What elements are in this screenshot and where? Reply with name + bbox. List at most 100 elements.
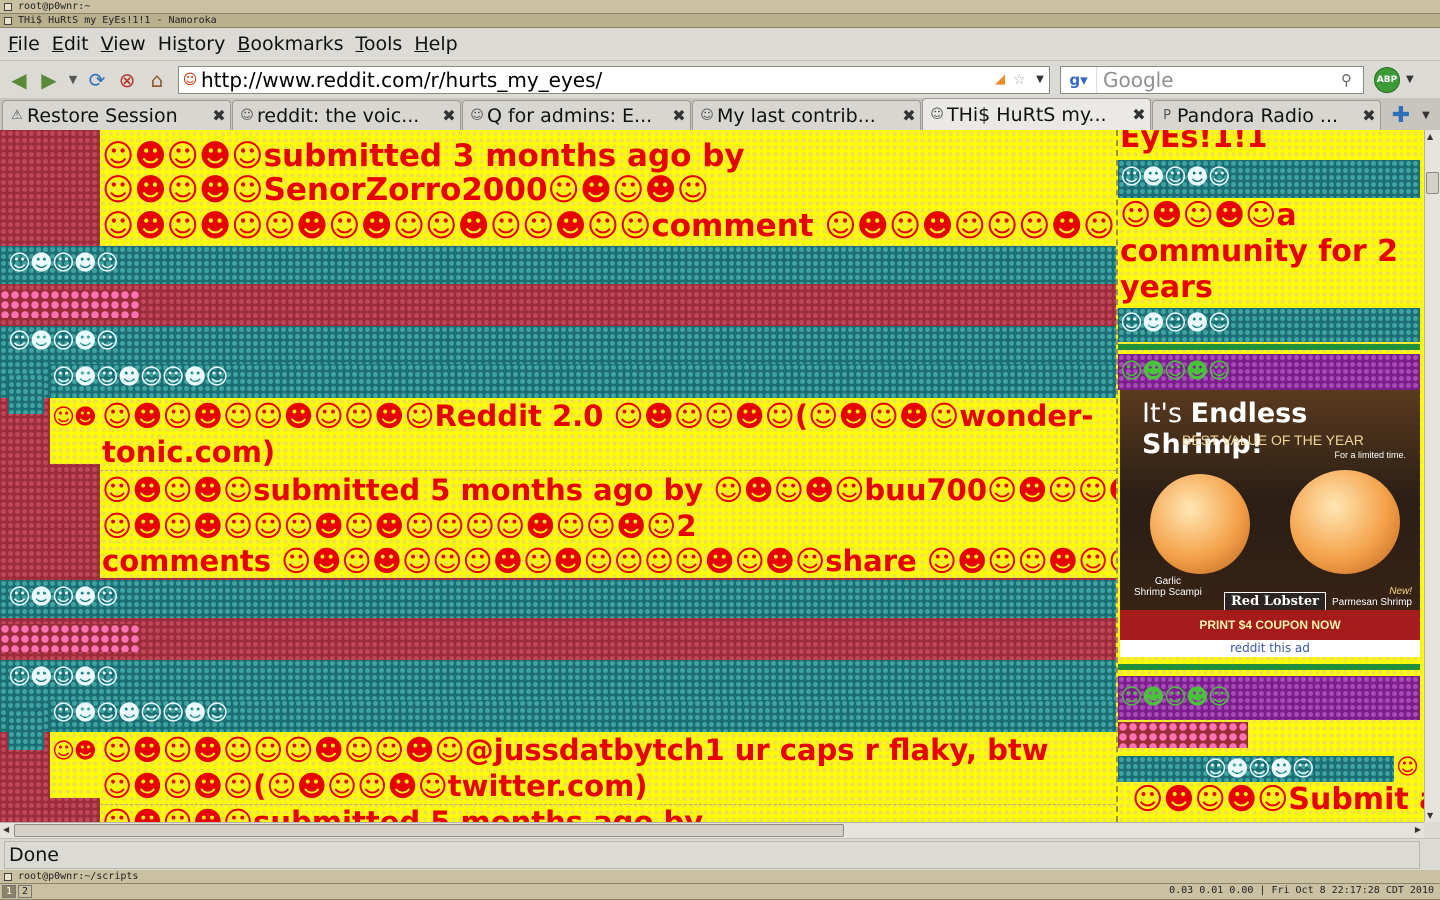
- post-comments-count[interactable]: ☺☻☺☻☺☺☺☻☺☻☺☺☺☺☻☺☺☻☺2: [102, 508, 697, 544]
- advertisement[interactable]: It's Endless Shrimp! BEST VALUE OF THE Y…: [1120, 390, 1420, 640]
- wm-status-bar: 1 2 0.03 0.01 0.00 | Fri Oct 8 22:17:28 …: [0, 884, 1440, 900]
- smiley-decoration: ☺☻☺☻☺: [8, 329, 119, 354]
- adblock-plus-icon[interactable]: ABP: [1374, 66, 1400, 93]
- reddit-alien-icon: ☺: [930, 107, 944, 122]
- reddit-alien-icon: ☺: [700, 108, 714, 123]
- wm-window-icon[interactable]: [4, 17, 12, 25]
- upvote-icon[interactable]: ☺☻: [52, 406, 97, 430]
- thumbnail[interactable]: [8, 374, 44, 414]
- post-author-link[interactable]: ☺☻☺☻☺SenorZorro2000☺☻☺☻☺: [102, 172, 709, 208]
- adblock-dropdown-icon[interactable]: ▼: [1406, 74, 1414, 85]
- close-icon[interactable]: ✖: [898, 106, 920, 125]
- history-dropdown-icon[interactable]: ▼: [64, 65, 82, 95]
- smiley-decoration: ☺☻☺☻☺: [1204, 757, 1315, 782]
- close-icon[interactable]: ✖: [1128, 105, 1150, 124]
- search-bar[interactable]: g▾ Google ⚲: [1060, 65, 1364, 94]
- sidebar-smileys: ☺☻☺☻☺a: [1120, 198, 1297, 233]
- scroll-right-arrow-icon[interactable]: ▶: [1415, 825, 1421, 834]
- vertical-scroll-thumb[interactable]: [1426, 172, 1439, 194]
- ad-caption-right: New! Parmesan Shrimp: [1331, 586, 1412, 608]
- status-text: Done: [4, 841, 1420, 869]
- bookmark-star-icon[interactable]: ☆: [1013, 72, 1031, 88]
- ad-fine-print: For a limited time.: [1334, 450, 1406, 460]
- wm-top-bar: root@p0wnr:~: [0, 0, 1440, 14]
- upvote-icon[interactable]: ☺☻: [52, 740, 97, 764]
- post-domain[interactable]: tonic.com): [102, 434, 275, 470]
- post-tagline: ☺☻☺☻☺submitted 5 months ago by ☺☻☺☻☺buu7…: [102, 473, 1169, 507]
- smiley-decoration: ☺: [1396, 755, 1419, 780]
- ad-subheadline: BEST VALUE OF THE YEAR: [1182, 432, 1364, 448]
- tab-list-dropdown-icon[interactable]: ▼: [1416, 100, 1436, 130]
- horizontal-scrollbar[interactable]: ◀ ▶: [0, 822, 1424, 838]
- search-icon[interactable]: ⚲: [1341, 71, 1363, 89]
- workspace-1[interactable]: 1: [2, 885, 16, 898]
- tab-label: Restore Session: [27, 104, 178, 127]
- back-arrow-icon[interactable]: ◀: [4, 65, 34, 95]
- close-icon[interactable]: ✖: [438, 106, 460, 125]
- shrimp-image: [1150, 474, 1250, 574]
- menu-view[interactable]: View: [97, 33, 154, 55]
- tab-my-last-contrib[interactable]: ☺ My last contrib... ✖: [692, 100, 921, 130]
- terminal-title: root@p0wnr:~/scripts: [18, 871, 139, 882]
- scroll-left-arrow-icon[interactable]: ◀: [3, 825, 9, 834]
- tab-reddit-the-voice[interactable]: ☺ reddit: the voic... ✖: [232, 100, 461, 130]
- pink-dots-decoration: [0, 290, 140, 318]
- wm-window-icon[interactable]: [4, 3, 12, 11]
- rss-feed-icon[interactable]: ◢: [995, 72, 1013, 87]
- wm-window-titlebar[interactable]: THi$ HuRtS my EyEs!1!1 - Namoroka: [0, 14, 1440, 28]
- wm-window-icon[interactable]: [4, 873, 12, 881]
- menu-bookmarks[interactable]: Bookmarks: [233, 33, 351, 55]
- scroll-down-arrow-icon[interactable]: ▼: [1427, 811, 1433, 820]
- tab-restore-session[interactable]: ⚠ Restore Session ✖: [2, 100, 231, 130]
- tab-pandora-radio[interactable]: P Pandora Radio ... ✖: [1152, 100, 1381, 130]
- reddit-this-ad-link[interactable]: reddit this ad: [1120, 640, 1420, 657]
- tab-label: THi$ HuRtS my...: [947, 103, 1107, 126]
- community-age-years: years: [1120, 270, 1213, 305]
- warning-icon: ⚠: [11, 108, 23, 123]
- submit-link-button[interactable]: ☺☻☺☻☺Submit a: [1132, 782, 1424, 818]
- workspace-2[interactable]: 2: [18, 885, 32, 898]
- horizontal-scroll-thumb[interactable]: [14, 824, 844, 837]
- pink-dots-decoration: [1118, 722, 1248, 748]
- wm-terminal-titlebar[interactable]: root@p0wnr:~/scripts: [0, 870, 1440, 884]
- new-tab-plus-icon[interactable]: ✚: [1386, 100, 1416, 130]
- url-dropdown-icon[interactable]: ▼: [1031, 74, 1049, 85]
- wm-top-title: root@p0wnr:~: [18, 1, 91, 12]
- menu-bar: File Edit View History Bookmarks Tools H…: [0, 28, 1440, 61]
- url-input[interactable]: http://www.reddit.com/r/hurts_my_eyes/: [201, 68, 995, 92]
- forward-arrow-icon[interactable]: ▶: [34, 65, 64, 95]
- post-title-link[interactable]: ☺☻☺☻☺☺☺☻☺☺☻☺@jussdatbytch1 ur caps r fla…: [102, 732, 1049, 768]
- reload-icon[interactable]: ⟳: [82, 65, 112, 95]
- menu-file[interactable]: File: [4, 33, 48, 55]
- page-viewport[interactable]: ☺☻☺☻☺submitted 3 months ago by ☺☻☺☻☺Seno…: [0, 130, 1424, 822]
- post-domain[interactable]: ☺☻☺☻☺(☺☻☺☺☻☺twitter.com): [102, 768, 648, 804]
- post-tagline: ☺☻☺☻☺submitted 3 months ago by: [102, 138, 745, 174]
- close-icon[interactable]: ✖: [208, 106, 230, 125]
- tab-label: reddit: the voic...: [257, 104, 420, 127]
- smiley-decoration: ☺☻☺☻☺☺☻☺: [52, 365, 228, 390]
- close-icon[interactable]: ✖: [1358, 106, 1380, 125]
- post-title-link[interactable]: ☺☻☺☻☺☺☻☺☺☻☺Reddit 2.0 ☺☻☺☺☻☺(☺☻☺☻☺wonder…: [102, 398, 1093, 434]
- stop-icon[interactable]: ⊗: [112, 65, 142, 95]
- url-bar[interactable]: ☺ http://www.reddit.com/r/hurts_my_eyes/…: [178, 65, 1050, 94]
- search-input[interactable]: Google: [1097, 68, 1341, 92]
- tab-q-for-admins[interactable]: ☺ Q for admins: E... ✖: [462, 100, 691, 130]
- menu-edit[interactable]: Edit: [48, 33, 97, 55]
- menu-help[interactable]: Help: [410, 33, 465, 55]
- thumbnail[interactable]: [8, 710, 44, 750]
- smiley-decoration: ☺☻☺☻☺: [8, 585, 119, 610]
- reddit-alien-icon: ☺: [240, 108, 254, 123]
- scroll-up-arrow-icon[interactable]: ▲: [1427, 132, 1433, 141]
- google-engine-icon[interactable]: g▾: [1061, 66, 1097, 93]
- divider-row: [0, 246, 1116, 284]
- ad-coupon-button[interactable]: PRINT $4 COUPON NOW: [1120, 610, 1420, 640]
- status-bar: Done: [0, 838, 1440, 870]
- tab-this-hurts-my-eyes[interactable]: ☺ THi$ HuRtS my... ✖: [922, 98, 1151, 130]
- close-icon[interactable]: ✖: [668, 106, 690, 125]
- home-icon[interactable]: ⌂: [142, 65, 172, 95]
- menu-tools[interactable]: Tools: [352, 33, 411, 55]
- smiley-decoration: ☺☻☺☻☺: [1120, 311, 1231, 336]
- menu-history[interactable]: History: [154, 33, 234, 55]
- vertical-scrollbar[interactable]: ▲ ▼: [1424, 130, 1440, 822]
- pandora-p-icon: P: [1163, 108, 1171, 123]
